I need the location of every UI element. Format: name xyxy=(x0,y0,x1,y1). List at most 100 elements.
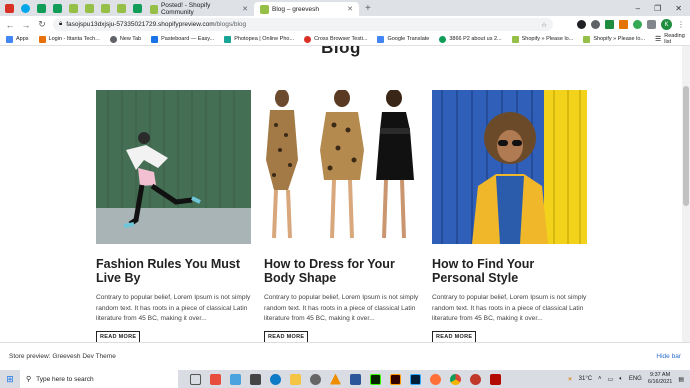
bookmark-item[interactable]: New Tab xyxy=(109,35,141,43)
reading-list-button[interactable]: ☰ Reading list xyxy=(655,33,685,45)
tab-shopify[interactable] xyxy=(66,2,80,14)
shopify-icon xyxy=(68,3,78,13)
chrome-icon[interactable] xyxy=(450,373,461,385)
tab-gmail[interactable] xyxy=(2,2,16,14)
clock-date: 6/16/2021 xyxy=(647,379,673,385)
extension-icon[interactable] xyxy=(577,20,586,29)
tab-skype[interactable] xyxy=(18,2,32,14)
bookmark-item[interactable]: 3866 P2 about us 2... xyxy=(439,35,502,43)
acrobat-icon[interactable] xyxy=(490,373,501,385)
tab-sheets[interactable] xyxy=(50,2,64,14)
address-bar[interactable]: 🔒︎ fasojspu13dxjsju-57335021729.shopifyp… xyxy=(53,18,553,31)
bookmark-item[interactable]: Shopify » Please lo... xyxy=(583,35,645,43)
style-photo xyxy=(432,90,587,244)
article-card: How to Find Your Personal Style Contrary… xyxy=(432,90,587,342)
bookmark-item[interactable]: Google Translate xyxy=(377,35,429,43)
tab-shopify[interactable] xyxy=(82,2,96,14)
firefox-icon[interactable] xyxy=(430,373,441,385)
tab-shopify[interactable] xyxy=(114,2,128,14)
window-controls: – ❐ ✕ xyxy=(636,4,690,13)
tab-strip: Posted! - Shopify Community ✕ Blog – gre… xyxy=(0,0,690,16)
volume-icon[interactable]: 🔈︎ xyxy=(619,376,623,383)
weather-icon[interactable]: ☀ xyxy=(567,376,572,383)
chevron-up-icon[interactable]: ˄ xyxy=(598,376,602,382)
extension-icon[interactable] xyxy=(633,20,642,29)
menu-icon[interactable]: ⋮ xyxy=(677,20,685,29)
close-icon[interactable]: ✕ xyxy=(347,5,353,13)
close-window-button[interactable]: ✕ xyxy=(675,4,682,13)
maximize-button[interactable]: ❐ xyxy=(654,4,661,13)
bookmark-item[interactable]: Photopea | Online Pho... xyxy=(224,35,294,43)
app-red-icon[interactable] xyxy=(470,373,481,385)
taskbar-search[interactable]: ⚲ Type here to search xyxy=(20,370,178,388)
reload-icon[interactable]: ↻ xyxy=(37,19,47,30)
article-image[interactable] xyxy=(96,90,251,244)
tab-shopify[interactable] xyxy=(98,2,112,14)
shopify-icon xyxy=(100,3,110,13)
bookmark-item[interactable]: Pasteboard — Easy... xyxy=(151,35,214,43)
extension-icon[interactable] xyxy=(591,20,600,29)
article-title[interactable]: Fashion Rules You Must Live By xyxy=(96,257,251,285)
tab-sheets[interactable] xyxy=(34,2,48,14)
article-image[interactable] xyxy=(264,90,419,244)
avatar[interactable]: K xyxy=(661,19,672,30)
edge-icon[interactable] xyxy=(270,373,281,385)
forward-icon[interactable]: → xyxy=(21,20,31,30)
temperature[interactable]: 31°C xyxy=(579,376,592,382)
task-view-icon[interactable] xyxy=(190,373,201,385)
shopify-icon xyxy=(511,35,519,43)
notification-icon[interactable]: ▤ xyxy=(678,376,684,383)
bookmark-item[interactable]: Shopify » Please lo... xyxy=(511,35,573,43)
taskbar-apps xyxy=(190,373,501,385)
read-more-button[interactable]: READ MORE xyxy=(432,330,477,342)
windows-start-icon[interactable]: ⊞ xyxy=(0,374,20,385)
l-app-icon[interactable] xyxy=(230,373,241,385)
language-indicator[interactable]: ENG xyxy=(629,376,642,382)
close-icon[interactable]: ✕ xyxy=(242,5,248,13)
bookmark-apps[interactable]: Apps xyxy=(6,35,29,43)
file-explorer-icon[interactable] xyxy=(290,373,301,385)
puzzle-icon[interactable] xyxy=(647,20,656,29)
minimize-button[interactable]: – xyxy=(636,4,640,13)
star-icon[interactable]: ☆ xyxy=(541,21,547,29)
bookmark-icon xyxy=(38,35,46,43)
bookmark-icon xyxy=(439,35,447,43)
article-title[interactable]: How to Dress for Your Body Shape xyxy=(264,257,419,285)
url-host: fasojspu13dxjsju-57335021729.shopifyprev… xyxy=(66,21,215,28)
back-icon[interactable]: ← xyxy=(5,20,15,30)
tab-shopify-community[interactable]: Posted! - Shopify Community ✕ xyxy=(144,2,254,16)
new-tab-button[interactable]: + xyxy=(365,3,371,14)
bookmark-item[interactable]: Cross Browser Testi... xyxy=(304,35,367,43)
tab-sheets[interactable] xyxy=(130,2,144,14)
hide-bar-link[interactable]: Hide bar xyxy=(656,353,681,360)
tab-blog[interactable]: Blog – greevesh ✕ xyxy=(254,2,359,16)
skype-icon xyxy=(20,3,30,13)
illustrator-icon[interactable] xyxy=(390,373,401,385)
clock[interactable]: 9:37 AM 6/16/2021 xyxy=(648,372,672,386)
read-more-button[interactable]: READ MORE xyxy=(264,330,309,342)
shopify-icon xyxy=(260,4,269,14)
calculator-icon[interactable] xyxy=(250,373,261,385)
bookmark-icon xyxy=(304,35,312,43)
extension-icon[interactable] xyxy=(605,20,614,29)
photoshop-icon[interactable] xyxy=(410,373,421,385)
extension-icon[interactable] xyxy=(619,20,628,29)
settings-icon[interactable] xyxy=(310,373,321,385)
page-scrollbar[interactable] xyxy=(682,46,690,342)
article-title[interactable]: How to Find Your Personal Style xyxy=(432,257,587,285)
scrollbar-thumb[interactable] xyxy=(683,86,689,206)
network-icon[interactable]: ▭ xyxy=(608,376,614,383)
reading-list-icon: ☰ xyxy=(654,36,662,43)
page-title: Blog xyxy=(321,46,361,57)
article-excerpt: Contrary to popular belief, Lorem Ipsum … xyxy=(96,294,251,322)
globe-icon xyxy=(109,35,117,43)
read-more-button[interactable]: READ MORE xyxy=(96,330,141,342)
bookmark-item[interactable]: Login - Ittanta Tech... xyxy=(38,35,100,43)
tab-label: Posted! - Shopify Community xyxy=(160,2,211,16)
article-image[interactable] xyxy=(432,90,587,244)
photopea-icon xyxy=(224,35,232,43)
office-icon[interactable] xyxy=(210,373,221,385)
vlc-icon[interactable] xyxy=(330,373,341,385)
dreamweaver-icon[interactable] xyxy=(370,373,381,385)
word-icon[interactable] xyxy=(350,373,361,385)
